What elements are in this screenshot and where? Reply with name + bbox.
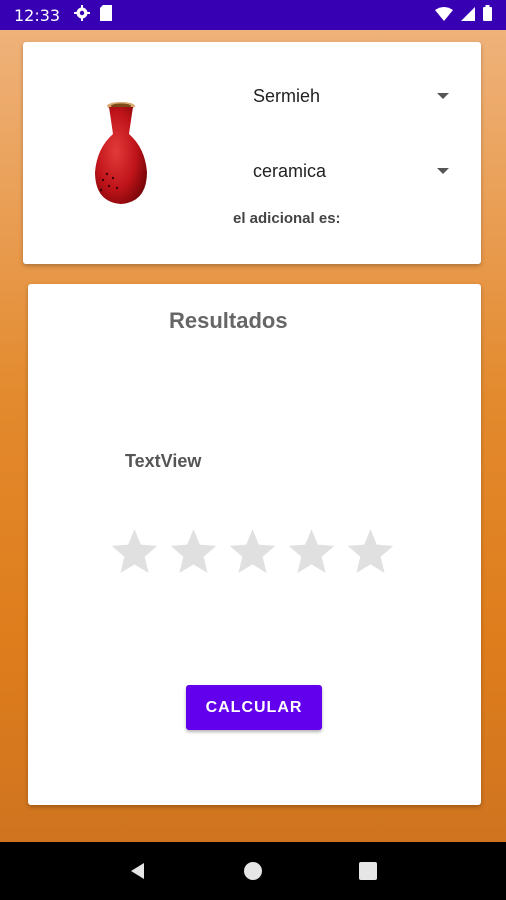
app-background: Sermieh ceramica el adicional es: Result…: [0, 30, 506, 842]
selection-card: Sermieh ceramica el adicional es:: [23, 42, 481, 264]
status-time: 12:33: [14, 5, 61, 25]
vase-image: [95, 102, 147, 204]
status-bar: 12:33: [0, 0, 506, 30]
star-icon[interactable]: [285, 526, 338, 578]
signal-icon: [461, 6, 475, 25]
star-icon[interactable]: [108, 526, 161, 578]
result-textview: TextView: [125, 451, 202, 471]
star-icon[interactable]: [226, 526, 279, 578]
product-spinner-value: Sermieh: [253, 85, 321, 106]
recents-icon[interactable]: [356, 859, 380, 883]
adicional-label: el adicional es:: [233, 210, 341, 227]
calculate-button[interactable]: CALCULAR: [186, 685, 322, 730]
star-icon[interactable]: [167, 526, 220, 578]
star-icon[interactable]: [344, 526, 397, 578]
material-spinner-value: ceramica: [253, 160, 327, 181]
rating-bar[interactable]: [108, 526, 397, 578]
home-icon[interactable]: [241, 859, 265, 883]
gear-icon: [74, 5, 91, 25]
product-spinner[interactable]: Sermieh: [253, 82, 449, 110]
wifi-icon: [435, 6, 453, 25]
material-spinner[interactable]: ceramica: [253, 157, 449, 185]
battery-icon: [483, 5, 492, 25]
back-icon[interactable]: [126, 859, 150, 883]
results-card: Resultados TextView CALCULAR: [28, 284, 481, 805]
navigation-bar: [0, 842, 506, 900]
sd-card-icon: [100, 5, 113, 25]
dropdown-arrow-icon: [437, 93, 449, 99]
dropdown-arrow-icon: [437, 168, 449, 174]
results-title: Resultados: [169, 308, 288, 333]
